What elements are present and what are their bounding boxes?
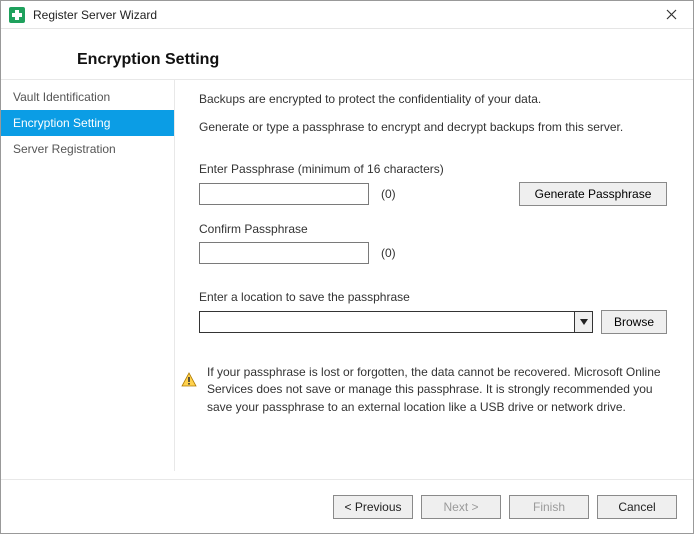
window-title: Register Server Wizard: [33, 8, 157, 22]
enter-passphrase-label: Enter Passphrase (minimum of 16 characte…: [199, 162, 667, 176]
next-button: Next >: [421, 495, 501, 519]
page-title: Encryption Setting: [77, 51, 693, 69]
chevron-down-icon[interactable]: [574, 312, 592, 332]
wizard-main: Backups are encrypted to protect the con…: [175, 80, 693, 471]
confirm-passphrase-count: (0): [381, 246, 396, 260]
location-combobox[interactable]: [199, 311, 593, 333]
wizard-footer: < Previous Next > Finish Cancel: [1, 479, 693, 533]
nav-label: Encryption Setting: [13, 116, 110, 130]
nav-vault-identification[interactable]: Vault Identification: [1, 84, 174, 110]
app-icon: [9, 7, 25, 23]
confirm-passphrase-input[interactable]: [199, 242, 369, 264]
browse-button[interactable]: Browse: [601, 310, 667, 334]
enter-passphrase-input[interactable]: [199, 183, 369, 205]
wizard-nav: Vault Identification Encryption Setting …: [1, 80, 175, 471]
nav-label: Server Registration: [13, 142, 116, 156]
location-label: Enter a location to save the passphrase: [199, 290, 667, 304]
intro-text-2: Generate or type a passphrase to encrypt…: [199, 120, 667, 134]
nav-server-registration[interactable]: Server Registration: [1, 136, 174, 162]
cancel-button[interactable]: Cancel: [597, 495, 677, 519]
wizard-header: Encryption Setting: [1, 29, 693, 79]
warning-text: If your passphrase is lost or forgotten,…: [207, 364, 667, 416]
generate-passphrase-button[interactable]: Generate Passphrase: [519, 182, 667, 206]
close-icon[interactable]: [657, 1, 685, 29]
finish-button: Finish: [509, 495, 589, 519]
nav-encryption-setting[interactable]: Encryption Setting: [1, 110, 174, 136]
titlebar: Register Server Wizard: [1, 1, 693, 29]
nav-label: Vault Identification: [13, 90, 110, 104]
intro-text-1: Backups are encrypted to protect the con…: [199, 92, 667, 106]
wizard-body: Vault Identification Encryption Setting …: [1, 79, 693, 471]
warning-icon: [181, 372, 197, 388]
enter-passphrase-count: (0): [381, 187, 396, 201]
previous-button[interactable]: < Previous: [333, 495, 413, 519]
confirm-passphrase-label: Confirm Passphrase: [199, 222, 667, 236]
